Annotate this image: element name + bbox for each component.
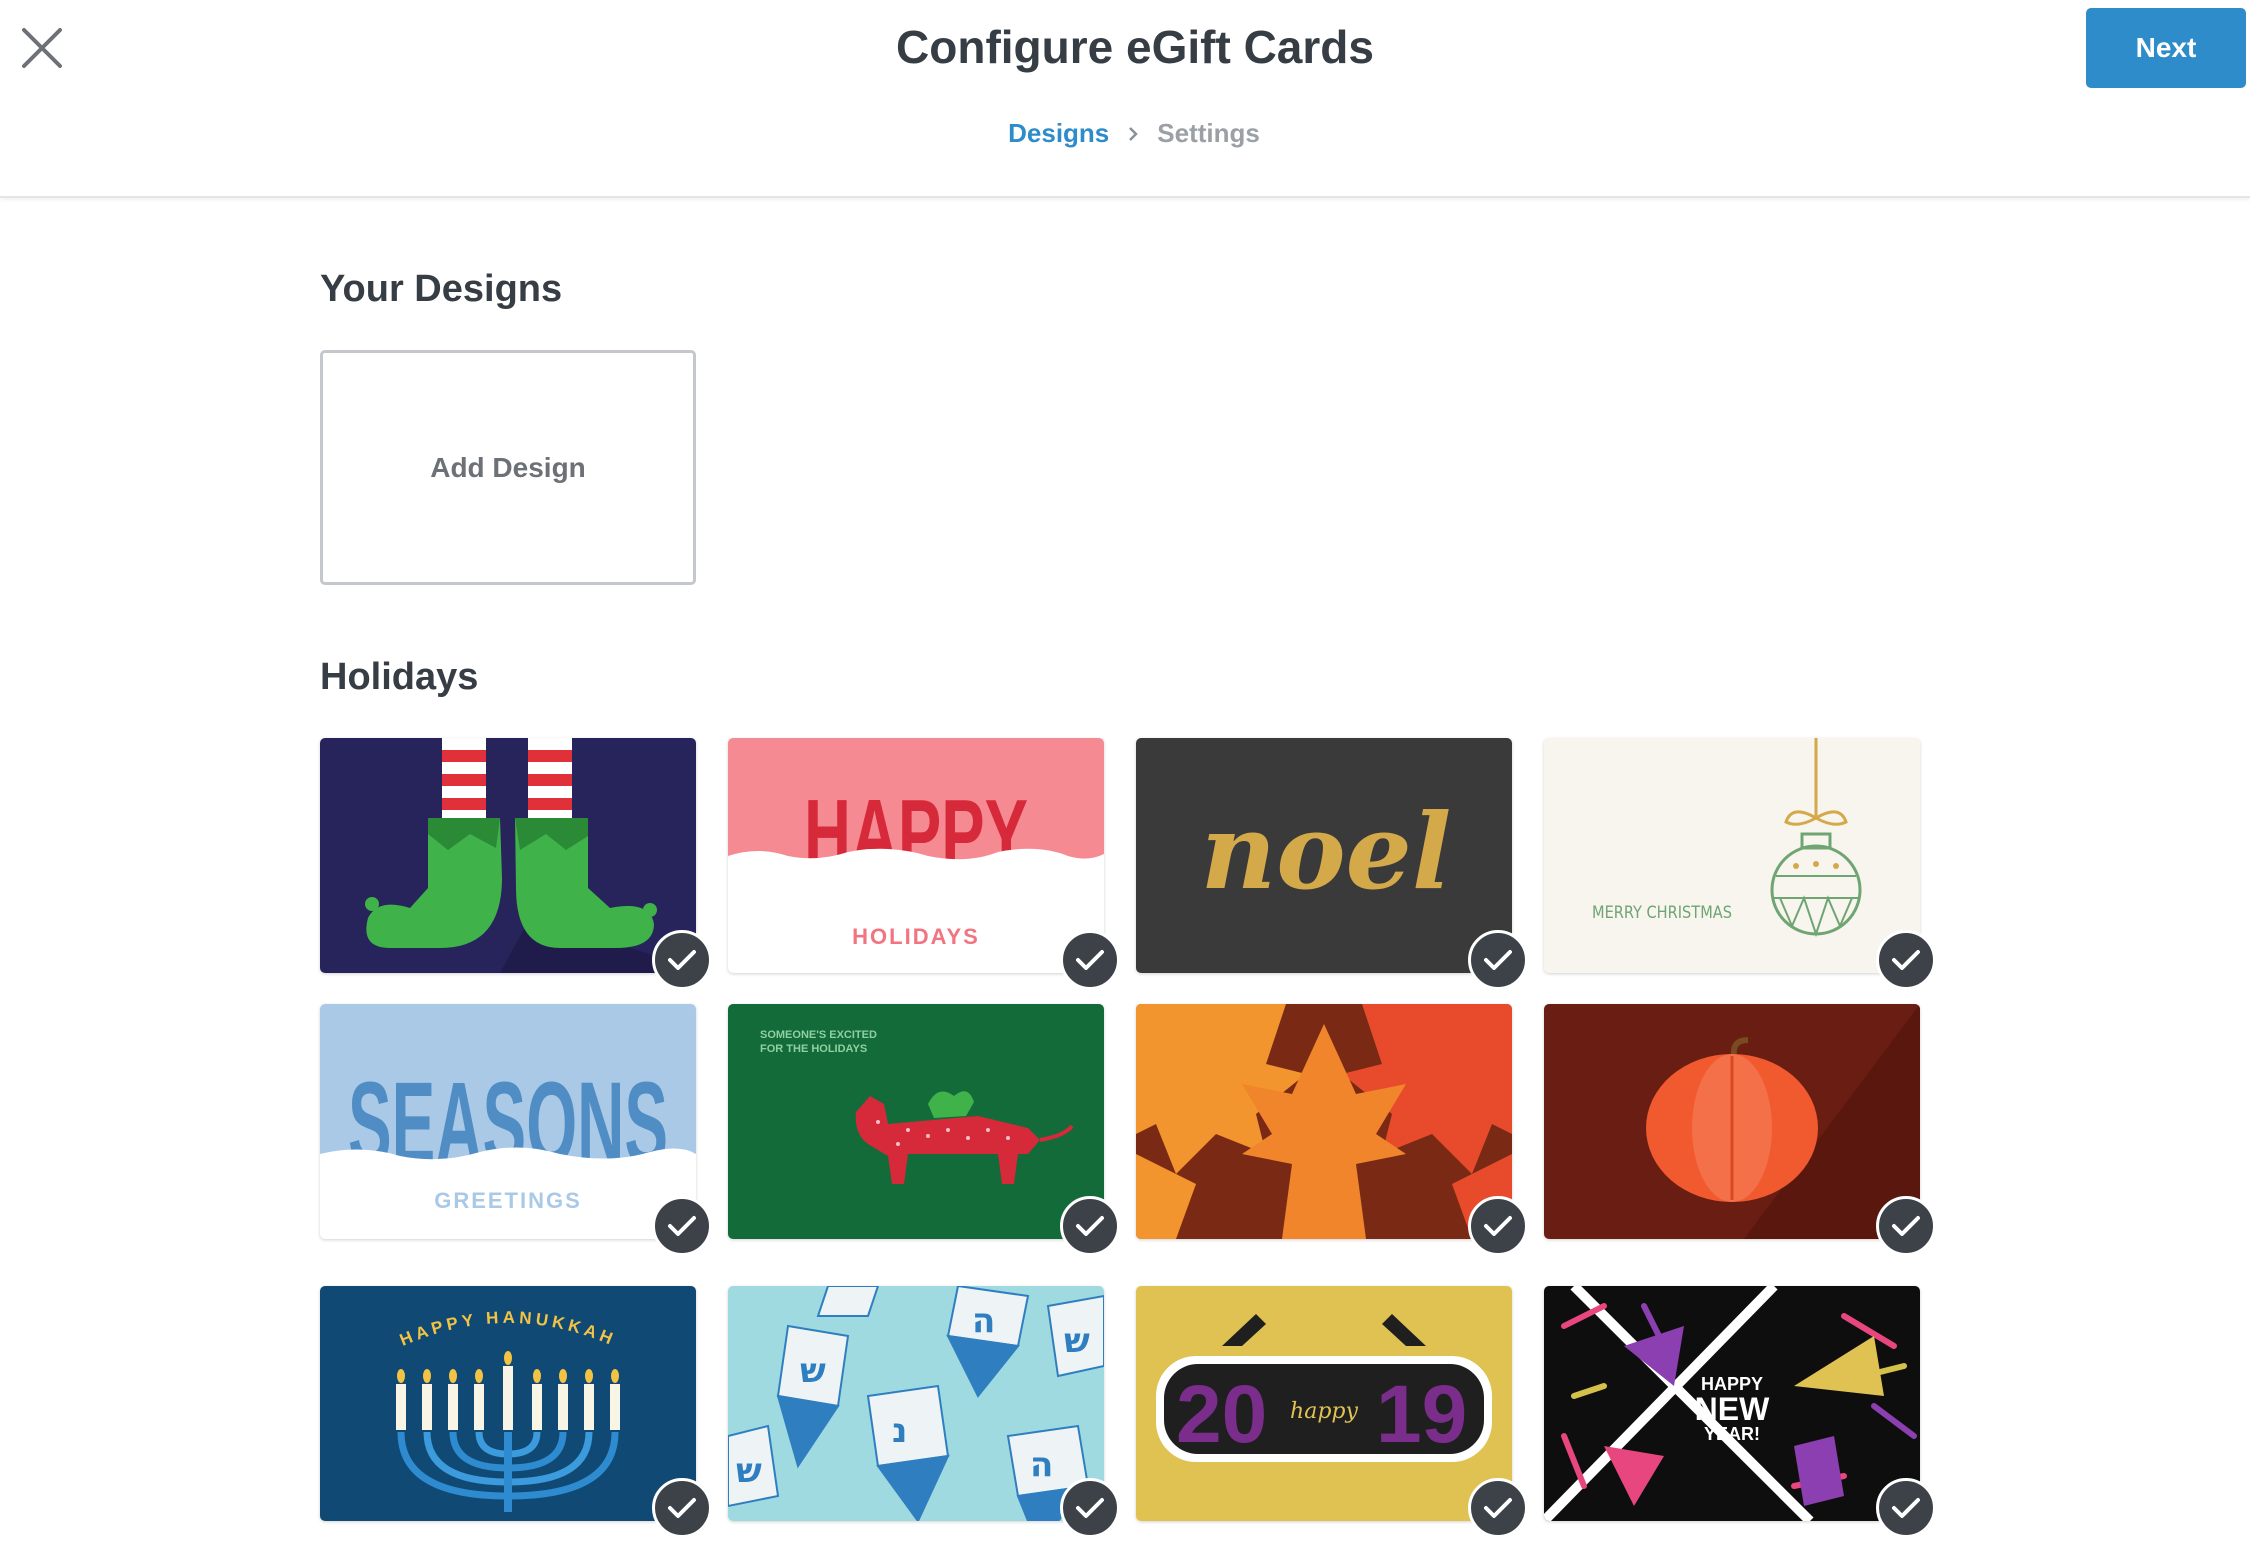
- selected-check-icon[interactable]: [652, 1478, 712, 1538]
- selected-check-icon[interactable]: [652, 1196, 712, 1256]
- breadcrumb-designs[interactable]: Designs: [1008, 118, 1109, 149]
- svg-text:ה: ה: [972, 1301, 995, 1341]
- dachshund-artwork: SOMEONE'S EXCITED FOR THE HOLIDAYS: [728, 1004, 1104, 1239]
- greetings-text: GREETINGS: [434, 1188, 582, 1213]
- hanukkah-artwork: HAPPY HANUKKAH: [320, 1286, 696, 1521]
- design-card-happy-hanukkah[interactable]: HAPPY HANUKKAH: [320, 1286, 712, 1538]
- svg-text:נ: נ: [892, 1411, 907, 1451]
- add-design-button[interactable]: Add Design: [320, 350, 696, 585]
- selected-check-icon[interactable]: [1468, 1478, 1528, 1538]
- design-card-elf-feet[interactable]: [320, 738, 712, 990]
- design-card-dachshund[interactable]: SOMEONE'S EXCITED FOR THE HOLIDAYS: [728, 1004, 1120, 1256]
- merry-christmas-text: MERRY CHRISTMAS: [1592, 903, 1732, 923]
- happy-holidays-artwork: HAPPY HOLIDAYS: [728, 738, 1104, 973]
- pumpkin-artwork: [1544, 1004, 1920, 1239]
- selected-check-icon[interactable]: [652, 930, 712, 990]
- seasons-greetings-artwork: SEASONS GREETINGS: [320, 1004, 696, 1239]
- design-card-noel[interactable]: noel: [1136, 738, 1528, 990]
- noel-text: noel: [1201, 790, 1452, 913]
- selected-check-icon[interactable]: [1468, 930, 1528, 990]
- selected-check-icon[interactable]: [1060, 930, 1120, 990]
- breadcrumb: Designs Settings: [0, 118, 2250, 149]
- merry-christmas-artwork: MERRY CHRISTMAS: [1544, 738, 1920, 973]
- dreidels-artwork: ש נ ה ה ש ש: [728, 1286, 1104, 1521]
- design-card-seasons-greetings[interactable]: SEASONS GREETINGS: [320, 1004, 712, 1256]
- selected-check-icon[interactable]: [1876, 930, 1936, 990]
- autumn-leaves-artwork: [1136, 1004, 1512, 1239]
- design-card-merry-christmas[interactable]: MERRY CHRISTMAS: [1544, 738, 1936, 990]
- selected-check-icon[interactable]: [1876, 1478, 1936, 1538]
- page-title: Configure eGift Cards: [896, 21, 1374, 73]
- holidays-heading: Holidays: [320, 656, 479, 698]
- happy-script-text: happy: [1290, 1399, 1358, 1424]
- selected-check-icon[interactable]: [1060, 1478, 1120, 1538]
- svg-text:ש: ש: [800, 1351, 826, 1391]
- year-right-text: 19: [1376, 1369, 1467, 1460]
- design-card-happy-new-year[interactable]: HAPPY NEW YEAR!: [1544, 1286, 1936, 1538]
- design-card-autumn-leaves[interactable]: [1136, 1004, 1528, 1256]
- svg-text:ש: ש: [736, 1451, 762, 1491]
- design-card-dreidels[interactable]: ש נ ה ה ש ש: [728, 1286, 1120, 1538]
- excited-text-line1: SOMEONE'S EXCITED: [760, 1029, 877, 1041]
- new-year-line2: NEW: [1695, 1391, 1770, 1427]
- new-year-line3: YEAR!: [1704, 1424, 1760, 1444]
- year-left-text: 20: [1176, 1369, 1267, 1460]
- design-card-2019[interactable]: 20 happy 19: [1136, 1286, 1528, 1538]
- selected-check-icon[interactable]: [1876, 1196, 1936, 1256]
- holidays-text: HOLIDAYS: [852, 924, 980, 949]
- chevron-right-icon: [1127, 125, 1139, 143]
- selected-check-icon[interactable]: [1060, 1196, 1120, 1256]
- selected-check-icon[interactable]: [1468, 1196, 1528, 1256]
- svg-text:ש: ש: [1064, 1321, 1090, 1361]
- design-card-happy-holidays[interactable]: HAPPY HOLIDAYS: [728, 738, 1120, 990]
- noel-artwork: noel: [1136, 738, 1512, 973]
- elf-feet-artwork: [320, 738, 696, 973]
- year-2019-artwork: 20 happy 19: [1136, 1286, 1512, 1521]
- next-button[interactable]: Next: [2086, 8, 2246, 88]
- design-card-pumpkin[interactable]: [1544, 1004, 1936, 1256]
- top-bar: Configure eGift Cards Next Designs Setti…: [0, 0, 2250, 198]
- new-year-artwork: HAPPY NEW YEAR!: [1544, 1286, 1920, 1521]
- breadcrumb-settings[interactable]: Settings: [1157, 118, 1260, 149]
- excited-text-line2: FOR THE HOLIDAYS: [760, 1043, 867, 1055]
- your-designs-heading: Your Designs: [320, 268, 563, 310]
- svg-text:ה: ה: [1030, 1445, 1053, 1485]
